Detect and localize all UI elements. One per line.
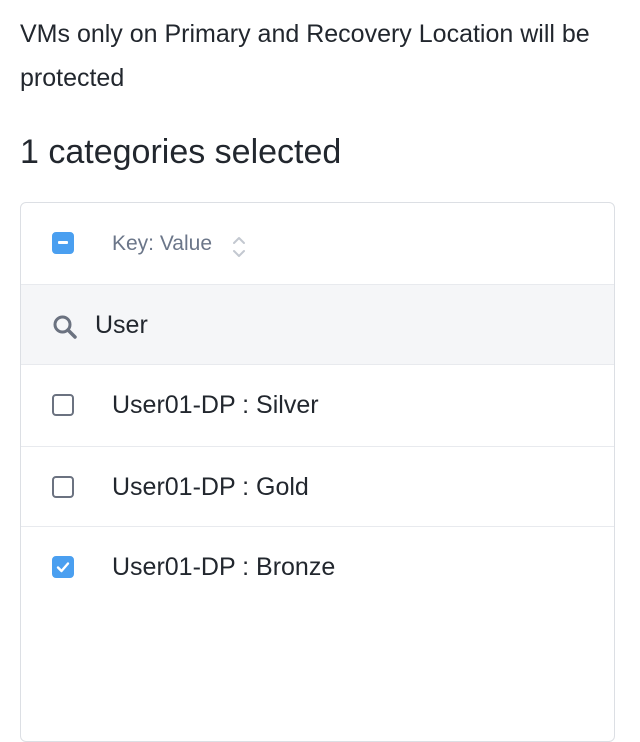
- column-header-key-value[interactable]: Key: Value: [112, 230, 212, 258]
- list-item[interactable]: User01-DP : Bronze: [21, 527, 614, 607]
- protection-info-text: VMs only on Primary and Recovery Locatio…: [20, 20, 590, 92]
- search-input[interactable]: [95, 303, 575, 347]
- select-all-checkbox[interactable]: [52, 232, 74, 254]
- checkbox-partial-icon: [58, 241, 68, 244]
- search-row: [21, 285, 614, 365]
- item-label: User01-DP : Gold: [112, 473, 309, 501]
- list-item[interactable]: User01-DP : Silver: [21, 365, 614, 447]
- item-checkbox[interactable]: [52, 556, 74, 578]
- list-item[interactable]: User01-DP : Gold: [21, 447, 614, 527]
- search-icon: [53, 315, 77, 339]
- sort-icon[interactable]: [231, 233, 247, 261]
- item-checkbox[interactable]: [52, 394, 74, 416]
- categories-table: Key: Value User01-DP : Silver User01-DP …: [20, 202, 615, 742]
- item-label: User01-DP : Silver: [112, 391, 319, 419]
- item-checkbox[interactable]: [52, 476, 74, 498]
- item-label: User01-DP : Bronze: [112, 553, 336, 581]
- table-header: Key: Value: [21, 203, 614, 285]
- checkmark-icon: [56, 562, 70, 573]
- selection-count: 1 categories selected: [20, 133, 342, 171]
